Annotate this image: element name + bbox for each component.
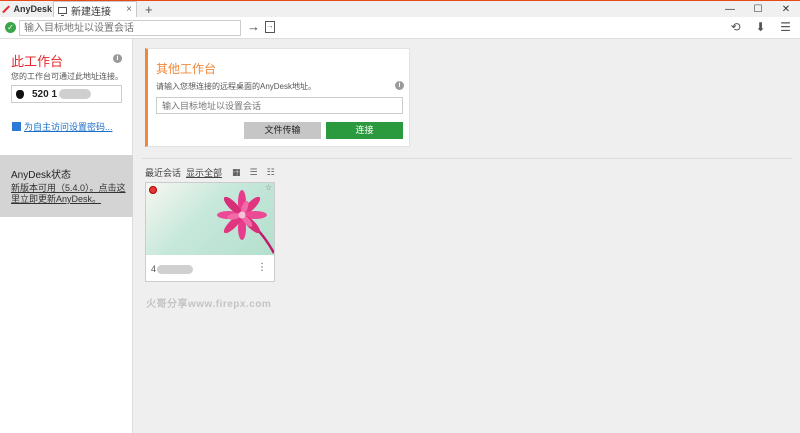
- info-icon[interactable]: i: [113, 54, 122, 63]
- status-panel: AnyDesk状态 新版本可用（5.4.0）。点击这里立即更新AnyDesk。: [0, 155, 133, 217]
- remote-desk-description: 请输入您想连接的远程桌面的AnyDesk地址。: [156, 82, 317, 91]
- tab-close-icon[interactable]: ×: [126, 4, 132, 15]
- download-icon[interactable]: ⬇: [754, 20, 767, 34]
- set-password-label: 为自主访问设置密码...: [24, 122, 113, 132]
- title-bar: AnyDesk 新建连接 × + — ☐ ✕: [0, 0, 800, 18]
- session-tile[interactable]: ☆ 4 ⋮: [145, 182, 275, 282]
- session-name-text: 4: [151, 264, 157, 274]
- address-bar: ✓ → → ⟲ ⬇ ☰: [0, 17, 800, 39]
- minimize-button[interactable]: —: [716, 1, 744, 18]
- menu-icon[interactable]: ☰: [779, 20, 792, 34]
- connection-ok-icon: ✓: [5, 22, 16, 33]
- app-name: AnyDesk: [13, 4, 52, 14]
- connect-button[interactable]: 连接: [326, 122, 403, 139]
- status-title: AnyDesk状态: [11, 170, 72, 181]
- offline-status-icon: [149, 186, 157, 194]
- monitor-icon: [58, 6, 67, 16]
- desk-address-box[interactable]: 520 1: [11, 85, 122, 103]
- tab-new-connection[interactable]: 新建连接 ×: [53, 1, 137, 18]
- maximize-button[interactable]: ☐: [744, 1, 772, 18]
- desk-address: 520 1: [32, 88, 58, 100]
- close-window-button[interactable]: ✕: [772, 1, 800, 18]
- history-icon[interactable]: ⟲: [729, 20, 742, 34]
- list-view-icon[interactable]: ☰: [250, 167, 258, 178]
- toolbar-icons: ⟲ ⬇ ☰: [729, 20, 792, 34]
- remote-desk-title: 其他工作台: [156, 62, 217, 76]
- detail-list-view-icon[interactable]: ☷: [267, 167, 275, 178]
- address-redacted: [59, 89, 92, 99]
- flower-wallpaper-image: [217, 190, 274, 254]
- favorite-star-icon[interactable]: ☆: [265, 183, 272, 192]
- main-area: 其他工作台 i 请输入您想连接的远程桌面的AnyDesk地址。 文件传输 连接 …: [134, 39, 800, 433]
- session-menu-icon[interactable]: ⋮: [257, 262, 267, 273]
- this-desk-description: 您的工作台可通过此地址连接。: [11, 72, 123, 81]
- tab-label: 新建连接: [71, 6, 111, 18]
- anydesk-logo-icon: [2, 4, 11, 14]
- watermark: 火哥分享www.firepx.com: [146, 299, 272, 310]
- info-icon[interactable]: i: [395, 81, 404, 90]
- remote-desk-card: 其他工作台 i 请输入您想连接的远程桌面的AnyDesk地址。 文件传输 连接: [145, 48, 410, 147]
- window-controls: — ☐ ✕: [716, 1, 800, 18]
- update-link[interactable]: 新版本可用（5.4.0）。点击这里立即更新AnyDesk。: [11, 183, 127, 205]
- windows-shield-icon: [12, 122, 21, 131]
- remote-address-input[interactable]: [156, 97, 403, 114]
- session-thumbnail: ☆: [146, 183, 274, 255]
- divider: [142, 158, 792, 159]
- session-name-redacted: [157, 264, 194, 274]
- session-name: 4: [151, 264, 194, 274]
- apple-icon: [16, 89, 24, 99]
- recent-sessions-header: 最近会话 显示全部 ▦ ☰ ☷: [145, 166, 284, 179]
- new-tab-button[interactable]: +: [145, 1, 153, 18]
- show-all-link[interactable]: 显示全部: [186, 166, 222, 179]
- address-input[interactable]: [19, 20, 241, 36]
- set-password-link[interactable]: 为自主访问设置密码...: [12, 120, 113, 133]
- this-desk-title: 此工作台: [11, 54, 64, 69]
- file-transfer-button[interactable]: 文件传输: [244, 122, 321, 139]
- left-panel: 此工作台 i 您的工作台可通过此地址连接。 520 1 为自主访问设置密码...…: [0, 39, 133, 433]
- app-logo: AnyDesk: [0, 1, 52, 18]
- file-transfer-icon[interactable]: →: [265, 21, 275, 33]
- grid-view-icon[interactable]: ▦: [232, 167, 241, 178]
- connect-arrow-icon[interactable]: →: [247, 19, 260, 34]
- recent-sessions-label: 最近会话: [145, 168, 182, 178]
